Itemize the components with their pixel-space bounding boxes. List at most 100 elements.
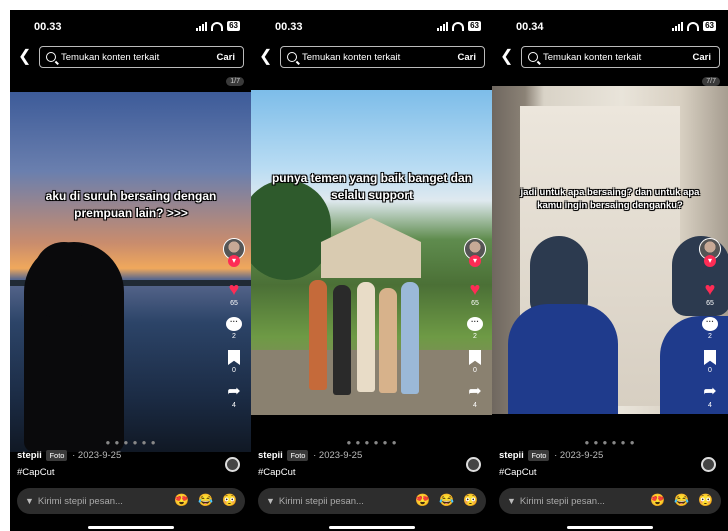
phone-screen-3: 00.34 63 ❮ Temukan konten terkait Cari 7…: [492, 10, 728, 531]
author-name[interactable]: stepii: [258, 450, 283, 461]
hashtag-link[interactable]: #CapCut: [17, 467, 121, 478]
photo-badge: Foto: [46, 450, 68, 461]
comment-count: 2: [708, 333, 712, 340]
comment-icon[interactable]: ···: [226, 317, 242, 331]
message-placeholder: Kirimi stepii pesan...: [278, 495, 364, 507]
search-placeholder: Temukan konten terkait: [302, 51, 401, 63]
heart-icon[interactable]: ♥: [470, 280, 481, 298]
search-button[interactable]: Cari: [693, 52, 711, 63]
follow-plus-icon[interactable]: ▾: [228, 255, 240, 267]
house: [321, 218, 421, 278]
battery-icon: 63: [227, 21, 240, 31]
back-icon[interactable]: ❮: [259, 48, 272, 66]
follow-plus-icon[interactable]: ▾: [469, 255, 481, 267]
share-icon[interactable]: ➦: [227, 384, 240, 400]
save-count: 0: [473, 367, 477, 374]
photo-caption: jadi untuk apa bersaing? dan untuk apa k…: [520, 187, 700, 212]
hashtag-link[interactable]: #CapCut: [499, 467, 603, 478]
emoji-flushed[interactable]: 😳: [222, 493, 237, 507]
status-bar: 00.34 63: [492, 10, 728, 44]
signal-icon: [196, 21, 208, 31]
follow-plus-icon[interactable]: ▾: [704, 255, 716, 267]
person-head: [34, 242, 94, 317]
status-time: 00.33: [275, 21, 303, 33]
search-input[interactable]: Temukan konten terkait Cari: [39, 46, 244, 68]
music-disc-icon[interactable]: [225, 457, 240, 472]
message-input[interactable]: ▼ Kirimi stepii pesan... 😍 😂 😳: [258, 488, 486, 514]
search-placeholder: Temukan konten terkait: [61, 51, 160, 63]
page-indicator: 7/7: [702, 77, 720, 86]
emoji-laughing[interactable]: 😂: [439, 493, 454, 507]
post-photo[interactable]: [251, 90, 493, 415]
wifi-icon: [687, 21, 700, 31]
music-disc-icon[interactable]: [466, 457, 481, 472]
emoji-heart-eyes[interactable]: 😍: [415, 493, 430, 507]
person-figure: [401, 282, 419, 394]
status-bar: 00.33 63: [251, 10, 493, 44]
bookmark-icon[interactable]: [704, 350, 716, 365]
carousel-dots: ● ● ● ● ● ●: [105, 438, 157, 447]
heart-icon[interactable]: ♥: [705, 280, 716, 298]
search-row: ❮ Temukan konten terkait Cari: [251, 46, 493, 70]
post-meta: stepii Foto · 2023-9-25 #CapCut: [17, 450, 121, 478]
wifi-icon: [452, 21, 465, 31]
hashtag-link[interactable]: #CapCut: [258, 467, 362, 478]
like-count: 65: [706, 300, 714, 307]
share-count: 4: [708, 402, 712, 409]
action-rail: ▾ ♥ 65 ··· 2 0 ➦ 4: [222, 238, 246, 409]
post-date: · 2023-9-25: [72, 450, 122, 461]
post-photo[interactable]: [492, 86, 728, 414]
search-button[interactable]: Cari: [217, 52, 235, 63]
message-placeholder: Kirimi stepii pesan...: [37, 495, 123, 507]
back-icon[interactable]: ❮: [18, 48, 31, 66]
home-indicator: [567, 526, 653, 529]
send-icon: ▼: [25, 496, 34, 506]
person-blazer: [508, 304, 618, 414]
bookmark-icon[interactable]: [469, 350, 481, 365]
emoji-heart-eyes[interactable]: 😍: [650, 493, 665, 507]
like-count: 65: [230, 300, 238, 307]
post-meta: stepii Foto · 2023-9-25 #CapCut: [258, 450, 362, 478]
message-placeholder: Kirimi stepii pesan...: [519, 495, 605, 507]
action-rail: ▾ ♥ 65 ··· 2 0 ➦ 4: [463, 238, 487, 409]
search-placeholder: Temukan konten terkait: [543, 51, 642, 63]
message-input[interactable]: ▼ Kirimi stepii pesan... 😍 😂 😳: [17, 488, 245, 514]
comment-icon[interactable]: ···: [467, 317, 483, 331]
search-button[interactable]: Cari: [458, 52, 476, 63]
emoji-flushed[interactable]: 😳: [463, 493, 478, 507]
status-time: 00.34: [516, 21, 544, 33]
music-disc-icon[interactable]: [701, 457, 716, 472]
search-input[interactable]: Temukan konten terkait Cari: [521, 46, 720, 68]
heart-icon[interactable]: ♥: [229, 280, 240, 298]
share-icon[interactable]: ➦: [703, 384, 716, 400]
author-name[interactable]: stepii: [17, 450, 42, 461]
search-icon: [46, 52, 56, 62]
comment-icon[interactable]: ···: [702, 317, 718, 331]
emoji-heart-eyes[interactable]: 😍: [174, 493, 189, 507]
search-icon: [287, 52, 297, 62]
post-date: · 2023-9-25: [554, 450, 604, 461]
phone-screen-1: 00.33 63 ❮ Temukan konten terkait Cari 1…: [10, 10, 252, 531]
wifi-icon: [211, 21, 224, 31]
emoji-laughing[interactable]: 😂: [674, 493, 689, 507]
post-date: · 2023-9-25: [313, 450, 363, 461]
photo-caption: punya temen yang baik banget dan selalu …: [271, 171, 473, 202]
bookmark-icon[interactable]: [228, 350, 240, 365]
message-input[interactable]: ▼ Kirimi stepii pesan... 😍 😂 😳: [499, 488, 721, 514]
comment-count: 2: [473, 333, 477, 340]
emoji-flushed[interactable]: 😳: [698, 493, 713, 507]
search-row: ❮ Temukan konten terkait Cari: [10, 46, 252, 70]
carousel-dots: ● ● ● ● ● ●: [584, 438, 636, 447]
photo-badge: Foto: [287, 450, 309, 461]
photo-caption: aku di suruh bersaing dengan prempuan la…: [45, 189, 217, 220]
post-photo[interactable]: [10, 92, 252, 452]
person-figure: [379, 288, 397, 393]
search-input[interactable]: Temukan konten terkait Cari: [280, 46, 485, 68]
back-icon[interactable]: ❮: [500, 48, 513, 66]
share-icon[interactable]: ➦: [468, 384, 481, 400]
emoji-laughing[interactable]: 😂: [198, 493, 213, 507]
photo-badge: Foto: [528, 450, 550, 461]
share-count: 4: [232, 402, 236, 409]
page-indicator: 1/7: [226, 77, 244, 86]
author-name[interactable]: stepii: [499, 450, 524, 461]
